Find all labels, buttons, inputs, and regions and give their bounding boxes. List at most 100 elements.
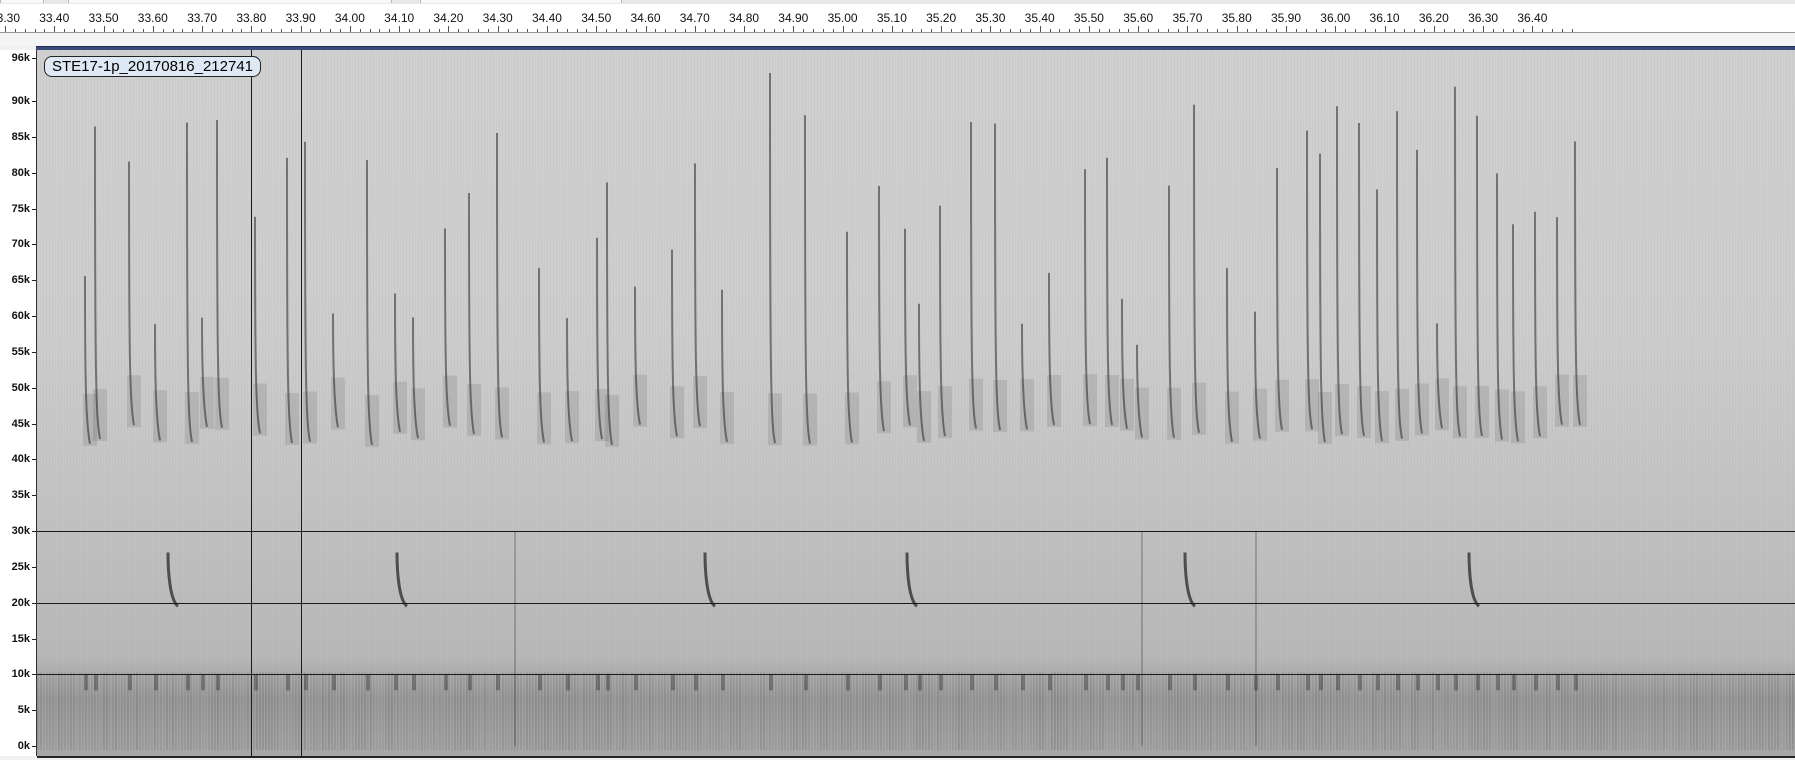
time-minor-tick: [911, 29, 913, 32]
frequency-tick-mark: [32, 172, 36, 174]
noise-band-column: [355, 672, 357, 750]
noise-band-column: [1207, 672, 1209, 750]
noise-band-column: [640, 672, 642, 750]
spectrogram-view[interactable]: [37, 50, 1795, 758]
noise-band-column: [1243, 672, 1245, 750]
selection-marker-line[interactable]: [251, 50, 253, 756]
noise-band-column: [1762, 672, 1764, 750]
noise-band-column: [709, 672, 711, 750]
noise-band-column: [946, 672, 948, 750]
noise-band-column: [1381, 672, 1383, 750]
noise-band-column: [757, 672, 759, 750]
noise-band-column: [37, 672, 39, 750]
frequency-tick-label: 96k: [11, 52, 30, 64]
social-call-trace: [1183, 552, 1197, 608]
time-ruler[interactable]: 33.30 33.40 33.50 33.60 33.70 33.80 33.90 34.00…: [0, 4, 1795, 33]
noise-band-column: [91, 672, 93, 750]
noise-band-column: [1363, 672, 1365, 750]
noise-band-column: [1213, 672, 1215, 750]
noise-band-column: [1366, 672, 1368, 750]
noise-band-column: [1267, 672, 1269, 750]
noise-band-column: [901, 672, 903, 750]
time-tick-label: 34.60: [630, 11, 661, 25]
frequency-tick-mark: [32, 244, 36, 246]
noise-band-column: [1006, 672, 1008, 750]
time-minor-tick: [1542, 29, 1544, 32]
noise-band-column: [388, 672, 390, 750]
noise-band-column: [1630, 672, 1632, 750]
noise-band-column: [1162, 672, 1164, 750]
noise-band-column: [814, 672, 816, 750]
noise-band-column: [1624, 672, 1626, 750]
noise-band-column: [1039, 672, 1041, 750]
noise-band-column: [1153, 672, 1155, 750]
noise-band-column: [1462, 672, 1464, 750]
noise-band-column: [1246, 672, 1248, 750]
noise-band-column: [1174, 672, 1176, 750]
noise-band-column: [1369, 672, 1371, 750]
selection-marker-line[interactable]: [300, 50, 302, 756]
frequency-tick-label: 35k: [11, 489, 30, 502]
frequency-tick-mark: [32, 531, 36, 532]
bat-call-trace: [411, 317, 425, 691]
social-call-trace: [395, 552, 409, 608]
noise-band-column: [943, 672, 945, 750]
bat-call-trace: [969, 122, 983, 691]
noise-band-column: [181, 672, 183, 750]
bat-call-trace: [1167, 185, 1181, 691]
tab-stub[interactable]: [68, 0, 392, 3]
noise-band-column: [1132, 672, 1134, 750]
time-minor-tick: [1059, 29, 1061, 32]
noise-band-column: [1504, 672, 1506, 750]
noise-band-column: [1735, 672, 1737, 750]
time-tick-label: 35.80: [1221, 11, 1252, 25]
noise-band-column: [166, 672, 168, 750]
time-minor-tick: [1315, 29, 1317, 32]
noise-band-column: [583, 672, 585, 750]
tab-stub[interactable]: [0, 0, 44, 3]
noise-band-column: [460, 672, 462, 750]
tab-stub[interactable]: [420, 0, 622, 3]
track-name-label[interactable]: STE17-1p_20170816_212741: [44, 56, 262, 77]
noise-band-column: [646, 672, 648, 750]
noise-band-column: [676, 672, 678, 750]
noise-band-column: [1324, 672, 1326, 750]
noise-band-column: [1510, 672, 1512, 750]
noise-band-column: [1159, 672, 1161, 750]
noise-band-column: [1468, 672, 1470, 750]
noise-band-column: [478, 672, 480, 750]
noise-band-column: [1237, 672, 1239, 750]
noise-band-column: [745, 672, 747, 750]
time-minor-tick: [211, 29, 213, 32]
noise-band-column: [1210, 672, 1212, 750]
time-minor-tick: [852, 29, 854, 32]
time-minor-tick: [231, 29, 233, 32]
time-tick-mark: [399, 26, 401, 32]
noise-band-column: [1699, 672, 1701, 750]
noise-band-column: [1180, 672, 1182, 750]
time-tick-label: 35.20: [926, 11, 957, 25]
bat-call-trace: [285, 157, 299, 691]
audio-track: 96k 90k 85k 80k 75k 70k 65k 60k 55k 50k 45k 40k 35k 3…: [0, 46, 1795, 760]
broadband-click: [514, 531, 516, 746]
noise-band-column: [1444, 672, 1446, 750]
noise-band-column: [661, 672, 663, 750]
noise-band-column: [400, 672, 402, 750]
noise-band-column: [1654, 672, 1656, 750]
noise-band-column: [1156, 672, 1158, 750]
noise-band-column: [1711, 672, 1713, 750]
noise-band-column: [1198, 672, 1200, 750]
noise-band-column: [385, 672, 387, 750]
noise-band-column: [259, 672, 261, 750]
noise-band-column: [571, 672, 573, 750]
noise-band-column: [1618, 672, 1620, 750]
noise-band-column: [82, 672, 84, 750]
noise-band-column: [106, 672, 108, 750]
noise-band-column: [925, 672, 927, 750]
time-minor-tick: [1522, 29, 1524, 32]
noise-band-column: [1516, 672, 1518, 750]
time-minor-tick: [803, 29, 805, 32]
time-minor-tick: [379, 29, 381, 32]
time-minor-tick: [931, 29, 933, 32]
noise-band-column: [1486, 672, 1488, 750]
